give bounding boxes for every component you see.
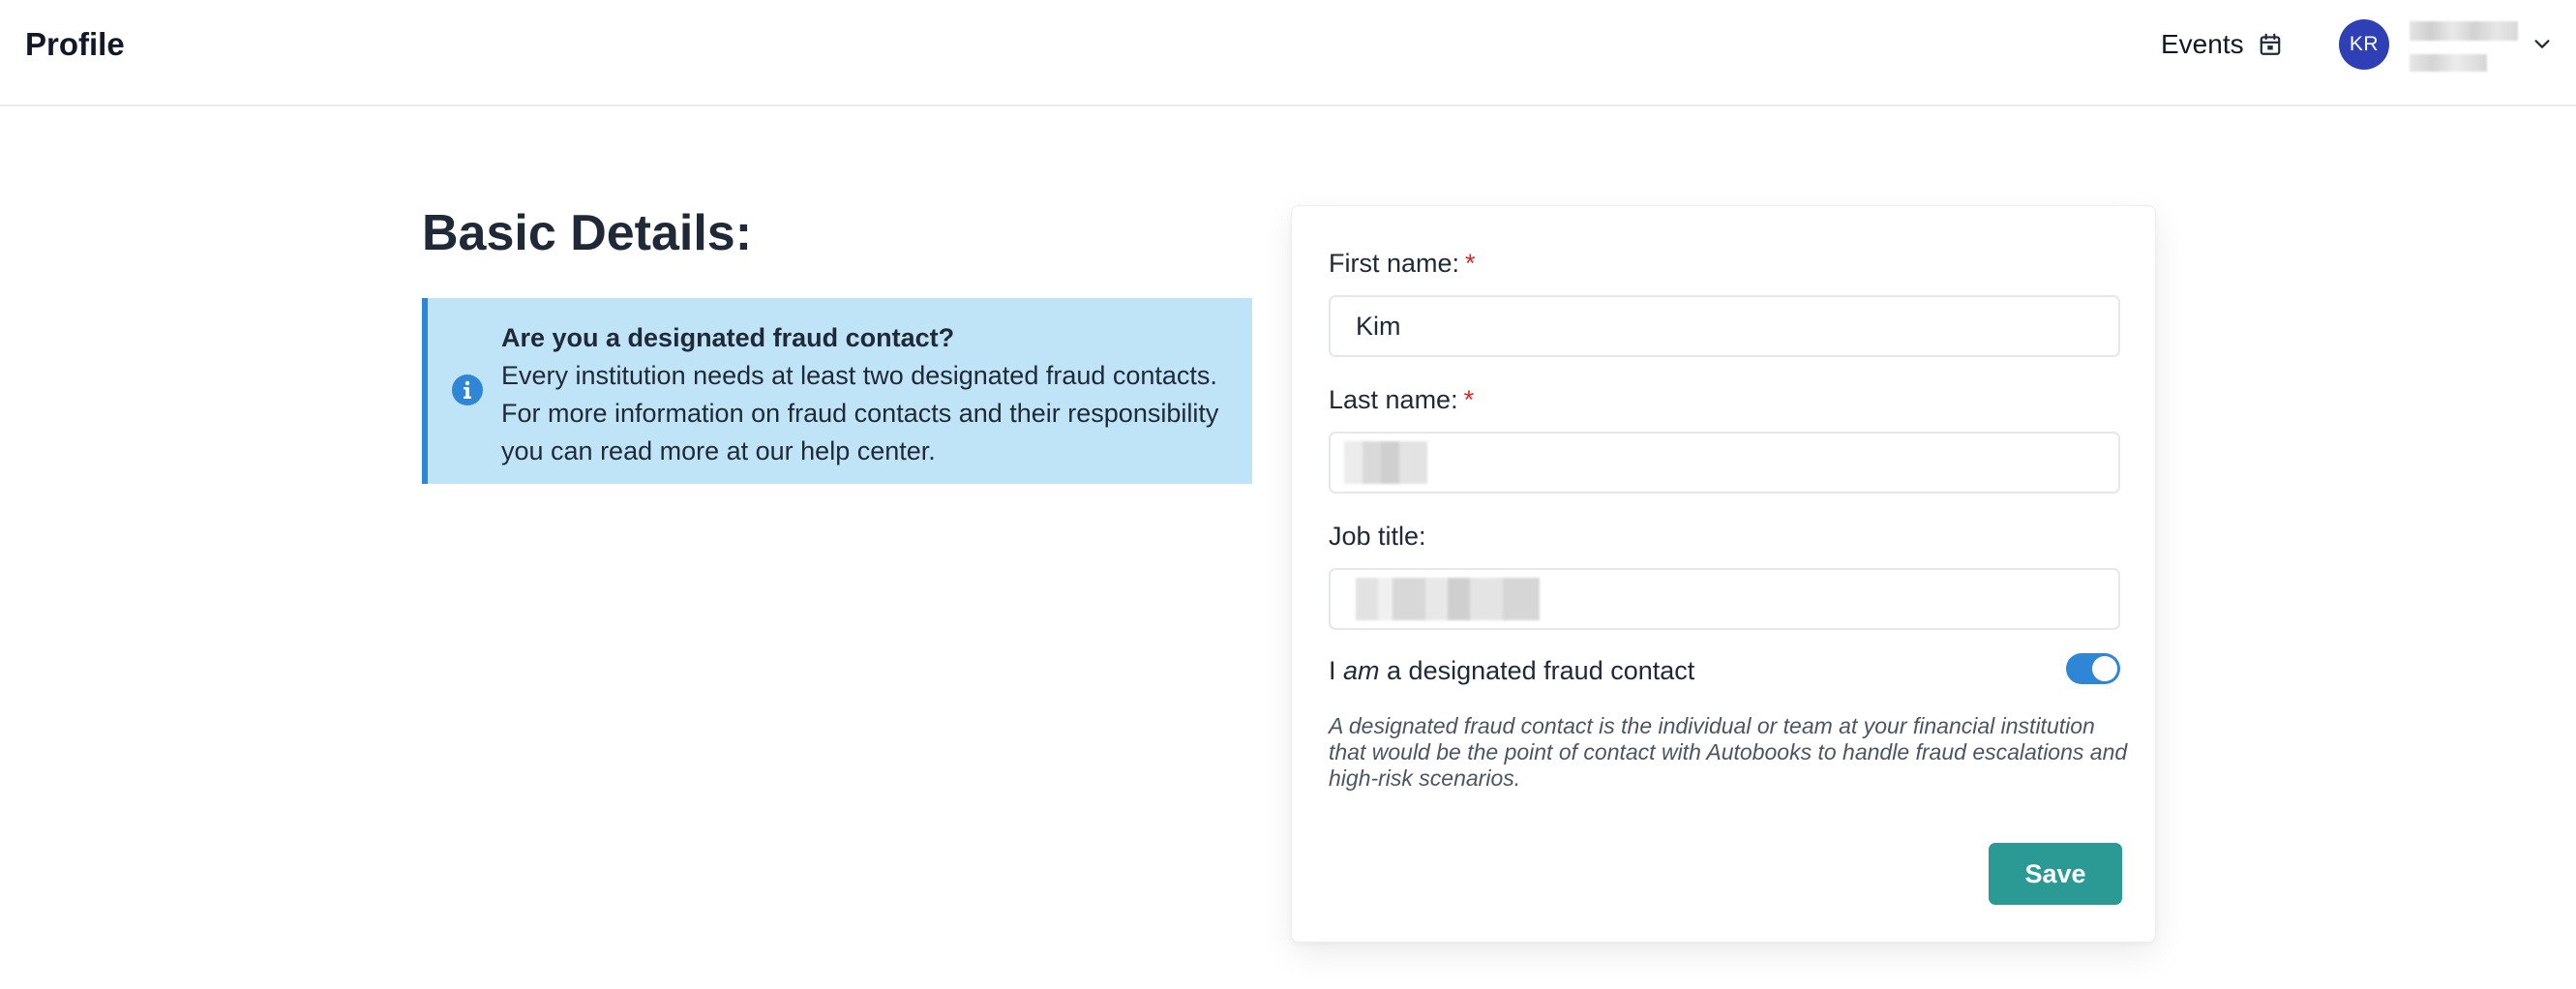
required-marker: * — [1465, 249, 1476, 278]
fraud-contact-info-callout: Are you a designated fraud contact? Ever… — [422, 298, 1252, 484]
info-icon — [452, 375, 483, 405]
user-name-redacted — [2410, 21, 2518, 41]
first-name-label: First name: * — [1329, 249, 1476, 278]
user-subtitle-redacted — [2410, 54, 2487, 72]
events-label: Events — [2161, 29, 2244, 59]
last-name-wrapper — [1329, 432, 2120, 494]
info-title: Are you a designated fraud contact? — [501, 323, 955, 352]
info-body: Every institution needs at least two des… — [501, 361, 1219, 465]
required-marker: * — [1463, 385, 1475, 414]
fraud-contact-helper-text: A designated fraud contact is the indivi… — [1329, 713, 2128, 791]
info-text: Are you a designated fraud contact? Ever… — [501, 319, 1237, 470]
section-heading: Basic Details: — [422, 205, 753, 261]
first-name-input[interactable] — [1329, 295, 2120, 357]
user-initials: KR — [2349, 33, 2380, 55]
fraud-contact-toggle-label: I am a designated fraud contact — [1329, 656, 1695, 685]
last-name-input[interactable] — [1329, 432, 2120, 494]
job-title-wrapper — [1329, 568, 2120, 630]
job-title-input[interactable] — [1329, 568, 2120, 630]
user-avatar[interactable]: KR — [2339, 19, 2389, 70]
calendar-icon — [2260, 33, 2280, 55]
save-button[interactable]: Save — [1989, 843, 2122, 905]
top-bar: Profile Events KR — [0, 0, 2576, 106]
profile-form-card: First name: * Last name: * Job title: I am… — [1291, 205, 2156, 943]
job-title-label: Job title: — [1329, 522, 1426, 551]
toggle-knob — [2092, 656, 2117, 681]
events-link[interactable]: Events — [2161, 27, 2283, 62]
last-name-label: Last name: * — [1329, 385, 1475, 414]
chevron-down-icon[interactable] — [2531, 33, 2553, 54]
fraud-contact-toggle[interactable] — [2066, 653, 2120, 684]
page-title: Profile — [25, 26, 125, 62]
